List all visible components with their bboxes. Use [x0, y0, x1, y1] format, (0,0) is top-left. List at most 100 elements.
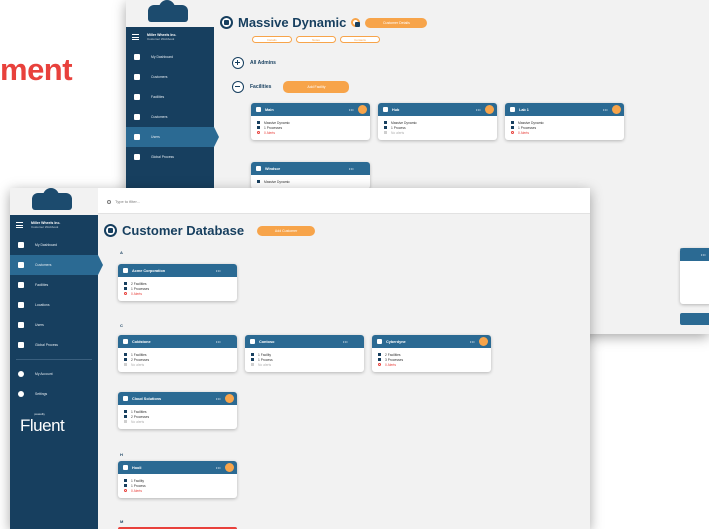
tab-notes[interactable]: Notes [296, 36, 336, 43]
card-line-text: 1 Processes [131, 286, 150, 291]
customer-card[interactable]: Contoso ••• 1 Facility 1 Process No alert… [245, 335, 364, 372]
sidebar-item-locations[interactable]: Locations [10, 295, 98, 315]
top-bar: Type to filter... [98, 188, 590, 214]
card-line-text: Massive Dynamic [264, 120, 290, 125]
more-options-icon[interactable]: ••• [701, 252, 706, 257]
more-options-icon[interactable]: ••• [216, 396, 221, 401]
customer-card[interactable]: Coldstone ••• 1 Facilities 2 Processes No… [118, 335, 237, 372]
plus-icon[interactable] [232, 57, 244, 69]
sidebar-item-label: Customers [151, 75, 168, 79]
more-options-icon[interactable]: ••• [216, 465, 221, 470]
customers-icon [18, 262, 24, 268]
more-options-icon[interactable]: ••• [343, 339, 348, 344]
card-header: Coldstone ••• [118, 335, 237, 348]
facility-card[interactable]: Main ••• Massive Dynamic 1 Processes 0 Al… [251, 103, 370, 140]
badge-icon [225, 394, 234, 403]
card-line-alert: 0 Alerts [124, 488, 231, 493]
customer-card[interactable]: Acme Corporation ••• 2 Facilities 1 Proce… [118, 264, 237, 301]
sidebar-item-facilities[interactable]: Facilities [126, 87, 214, 107]
facility-card-partial[interactable]: ••• [680, 248, 709, 304]
sidebar-item-global-process[interactable]: Global Process [126, 147, 214, 167]
process-icon [124, 484, 127, 487]
badge-icon [485, 105, 494, 114]
sidebar-item-users[interactable]: Users [10, 315, 98, 335]
sidebar-item-customers-2[interactable]: Customers [126, 107, 214, 127]
fluent-logo: powered by Fluent [20, 412, 98, 436]
more-options-icon[interactable]: ••• [476, 107, 481, 112]
sidebar-item-dashboard[interactable]: My Dashboard [126, 47, 214, 67]
search-bar[interactable]: Type to filter... [107, 199, 140, 204]
sidebar-item-customers[interactable]: Customers [10, 255, 103, 275]
headline-text: ment [0, 52, 73, 87]
add-facility-button[interactable]: Add Facility [283, 81, 350, 93]
facility-card[interactable]: Lab 1 ••• Massive Dynamic 1 Processes 0 A… [505, 103, 624, 140]
sidebar-item-my-account[interactable]: My Account [10, 364, 98, 384]
customer-card[interactable]: Cyberdyne ••• 2 Facilities 3 Processes 0 … [372, 335, 491, 372]
facilities-icon [134, 94, 140, 100]
more-options-icon[interactable]: ••• [216, 268, 221, 273]
card-line-text: 3 Processes [385, 357, 404, 362]
sidebar-item-dashboard[interactable]: My Dashboard [10, 235, 98, 255]
main-content: Customer Database Add Customer A Acme Co… [98, 214, 590, 529]
customer-icon [250, 339, 255, 344]
building-icon [384, 121, 387, 124]
facility-icon [256, 107, 261, 112]
more-options-icon[interactable]: ••• [470, 339, 475, 344]
sidebar-item-label: My Account [35, 372, 53, 376]
section-facilities[interactable]: Facilities Add Facility [232, 81, 350, 93]
card-header: Windsor ••• [251, 162, 370, 175]
tab-details[interactable]: Details [252, 36, 292, 43]
search-input[interactable]: Type to filter... [115, 199, 140, 204]
card-line-text: 2 Processes [131, 357, 150, 362]
card-line-text: 1 Facilities [131, 409, 147, 414]
customer-card[interactable]: Cloud Solutions ••• 1 Facilities 2 Proces… [118, 392, 237, 429]
building-icon [251, 353, 254, 356]
section-label: Facilities [250, 84, 272, 90]
card-title: Cloud Solutions [132, 396, 162, 401]
account-icon [18, 371, 24, 377]
sidebar-item-customers[interactable]: Customers [126, 67, 214, 87]
company-header[interactable]: Miller Wheels Inc. Customer Workbook [10, 215, 98, 235]
sidebar-item-users[interactable]: Users [126, 127, 219, 147]
sidebar-item-settings[interactable]: Settings [10, 384, 98, 404]
customer-card[interactable]: Hooli ••• 1 Facility 1 Process 0 Alerts [118, 461, 237, 498]
process-icon [384, 126, 387, 129]
more-options-icon[interactable]: ••• [216, 339, 221, 344]
card-title: Main [265, 107, 274, 112]
alert-icon [124, 489, 127, 492]
card-line-text: 0 Alerts [264, 130, 275, 135]
menu-icon[interactable] [132, 34, 139, 40]
more-options-icon[interactable]: ••• [349, 166, 354, 171]
card-line-text: 2 Processes [131, 414, 150, 419]
card-header: Hooli ••• [118, 461, 237, 474]
add-customer-button[interactable]: Add Customer [257, 225, 316, 236]
card-line: Massive Dynamic [257, 179, 364, 184]
more-options-icon[interactable]: ••• [603, 107, 608, 112]
badge-icon [225, 463, 234, 472]
card-header: Lab 1 ••• [505, 103, 624, 116]
customer-details-button[interactable]: Customer Details [365, 17, 428, 28]
minus-icon[interactable] [232, 81, 244, 93]
customer-icon [123, 396, 128, 401]
company-logo-icon [32, 188, 72, 210]
tab-contacts[interactable]: Contacts [340, 36, 380, 43]
company-header[interactable]: Miller Wheels Inc. Customer Workbook [126, 27, 214, 47]
more-options-icon[interactable]: ••• [349, 107, 354, 112]
card-line-text: No alerts [258, 362, 272, 367]
sidebar-item-facilities[interactable]: Facilities [10, 275, 98, 295]
logo-area [126, 0, 214, 27]
section-all-admins[interactable]: All Admins [232, 57, 276, 69]
menu-icon[interactable] [16, 222, 23, 228]
building-icon [378, 353, 381, 356]
facility-card[interactable]: Hub ••• Massive Dynamic 1 Process No aler… [378, 103, 497, 140]
process-icon [257, 126, 260, 129]
customer-icon [123, 339, 128, 344]
card-line-text: 2 Facilities [131, 281, 147, 286]
card-header: ••• [680, 248, 709, 261]
sidebar-item-global-process[interactable]: Global Process [10, 335, 98, 355]
process-icon [124, 358, 127, 361]
card-line-text: 1 Process [258, 357, 273, 362]
facility-card[interactable]: Windsor ••• Massive Dynamic [251, 162, 370, 189]
card-title: Hub [392, 107, 400, 112]
building-icon [124, 353, 127, 356]
